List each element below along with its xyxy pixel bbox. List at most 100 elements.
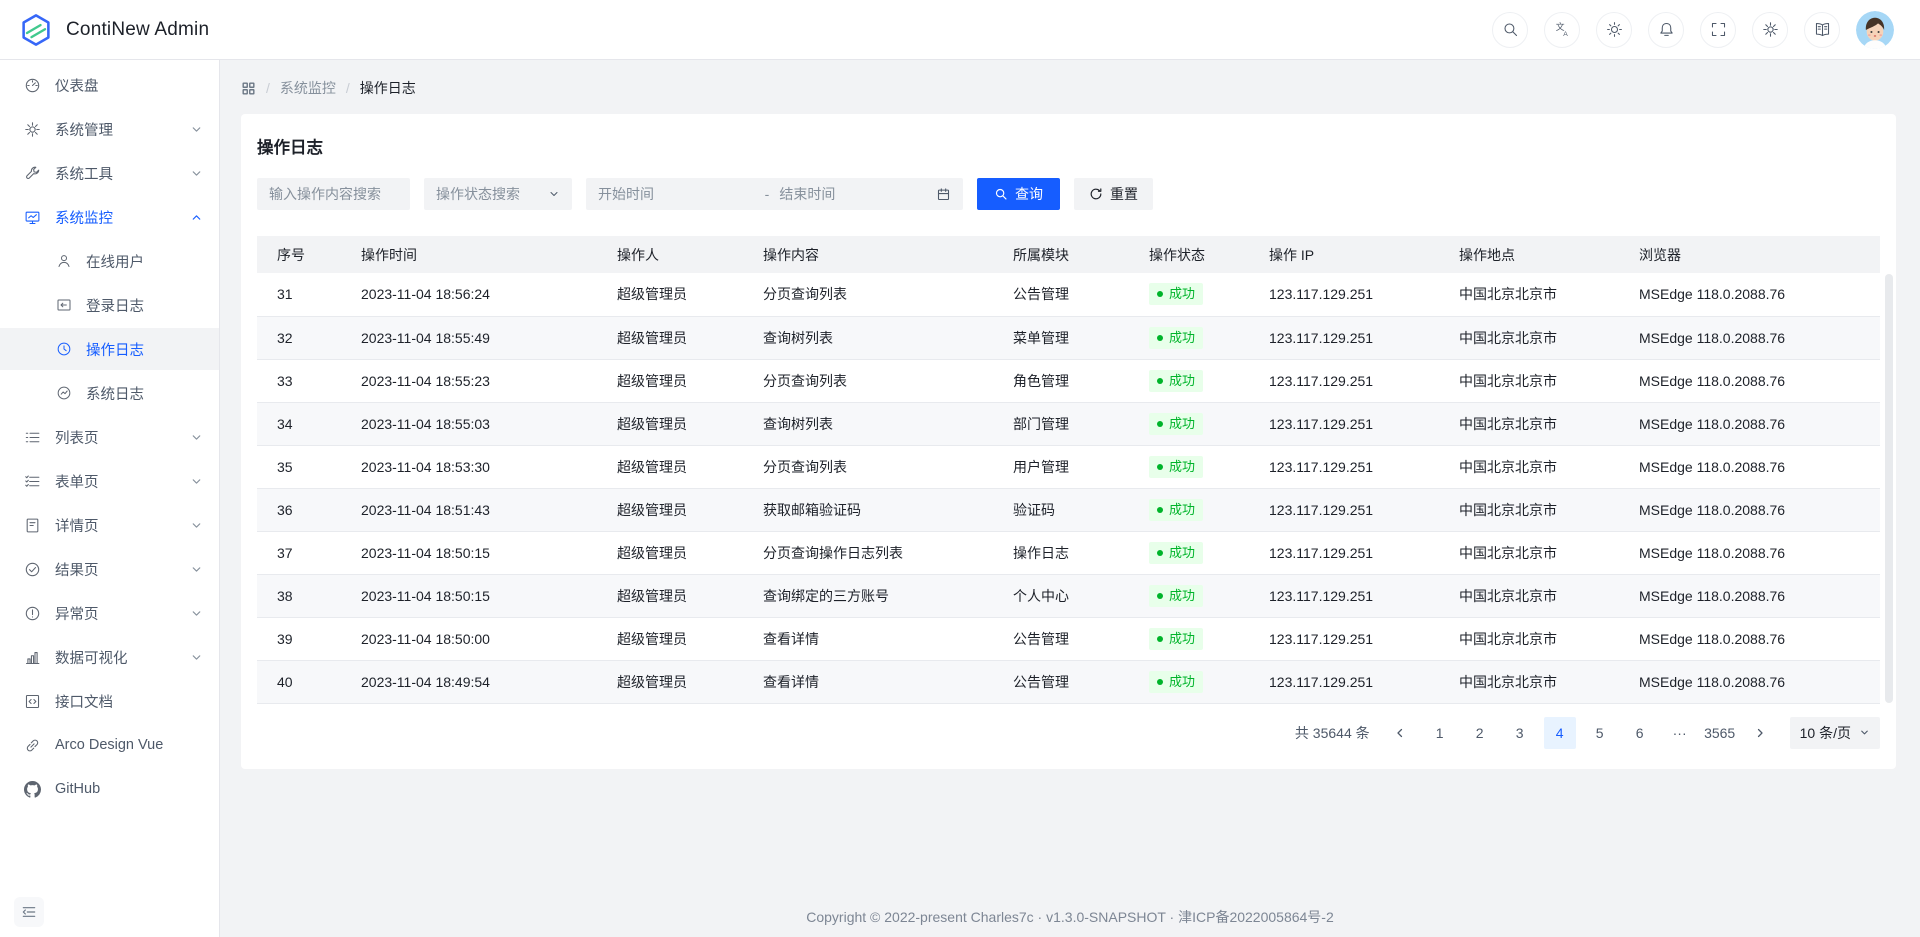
cell-operator: 超级管理员 [597, 531, 743, 574]
cell-browser: MSEdge 118.0.2088.76 [1619, 445, 1880, 488]
chevron-right-icon [1754, 727, 1766, 739]
sidebar: 仪表盘系统管理系统工具系统监控在线用户登录日志操作日志系统日志列表页表单页详情页… [0, 60, 220, 937]
content-search-input[interactable] [257, 178, 410, 210]
cell-content: 分页查询列表 [743, 273, 993, 316]
cell-content: 查询树列表 [743, 402, 993, 445]
sidebar-item-github[interactable]: GitHub [0, 768, 219, 810]
cell-operator: 超级管理员 [597, 359, 743, 402]
pagination-page-2[interactable]: 2 [1464, 717, 1496, 749]
pagination-next-button[interactable] [1744, 717, 1776, 749]
sidebar-item-detail-page[interactable]: 详情页 [0, 504, 219, 546]
sidebar-item-online-user[interactable]: 在线用户 [0, 240, 219, 282]
sidebar-item-arco-design-vue[interactable]: Arco Design Vue [0, 724, 219, 766]
pagination-page-3565[interactable]: 3565 [1704, 717, 1736, 749]
search-button[interactable]: 查询 [977, 178, 1060, 210]
column-header-content: 操作内容 [743, 236, 993, 273]
user-icon [56, 253, 72, 269]
status-select[interactable]: 操作状态搜索 [424, 178, 572, 210]
cell-no: 32 [257, 316, 341, 359]
cell-browser: MSEdge 118.0.2088.76 [1619, 660, 1880, 703]
cell-module: 菜单管理 [993, 316, 1129, 359]
cell-operator: 超级管理员 [597, 445, 743, 488]
sidebar-item-system-tools[interactable]: 系统工具 [0, 152, 219, 194]
cell-ip: 123.117.129.251 [1249, 316, 1439, 359]
sidebar-item-data-visualization[interactable]: 数据可视化 [0, 636, 219, 678]
cell-status: 成功 [1129, 445, 1249, 488]
status-dot-icon [1157, 636, 1163, 642]
column-header-browser: 浏览器 [1619, 236, 1880, 273]
cell-location: 中国北京北京市 [1439, 359, 1619, 402]
cell-module: 用户管理 [993, 445, 1129, 488]
form-icon [24, 473, 41, 490]
sidebar-item-list-page[interactable]: 列表页 [0, 416, 219, 458]
cell-status: 成功 [1129, 660, 1249, 703]
chevron-down-icon [190, 651, 203, 664]
pagination-page-1[interactable]: 1 [1424, 717, 1456, 749]
notifications-button[interactable] [1648, 12, 1684, 48]
sidebar-item-form-page[interactable]: 表单页 [0, 460, 219, 502]
date-range-picker[interactable]: 开始时间 - 结束时间 [586, 178, 963, 210]
cell-status: 成功 [1129, 316, 1249, 359]
status-badge: 成功 [1149, 585, 1203, 607]
gear-icon [1762, 21, 1779, 38]
sidebar-item-system-management[interactable]: 系统管理 [0, 108, 219, 150]
sidebar-item-exception-page[interactable]: 异常页 [0, 592, 219, 634]
sidebar-item-result-page[interactable]: 结果页 [0, 548, 219, 590]
table-row: 382023-11-04 18:50:15超级管理员查询绑定的三方账号个人中心成… [257, 574, 1880, 617]
user-avatar[interactable] [1856, 11, 1894, 49]
cell-location: 中国北京北京市 [1439, 531, 1619, 574]
chevron-down-icon [1859, 727, 1870, 738]
bell-icon [1658, 21, 1675, 38]
docs-button[interactable] [1804, 12, 1840, 48]
cell-browser: MSEdge 118.0.2088.76 [1619, 617, 1880, 660]
cell-time: 2023-11-04 18:53:30 [341, 445, 597, 488]
list-icon [24, 429, 41, 446]
table-row: 402023-11-04 18:49:54超级管理员查看详情公告管理成功123.… [257, 660, 1880, 703]
reset-button[interactable]: 重置 [1074, 178, 1153, 210]
search-button[interactable] [1492, 12, 1528, 48]
range-separator: - [765, 186, 770, 202]
status-dot-icon [1157, 378, 1163, 384]
cell-ip: 123.117.129.251 [1249, 617, 1439, 660]
cell-browser: MSEdge 118.0.2088.76 [1619, 273, 1880, 316]
cell-browser: MSEdge 118.0.2088.76 [1619, 359, 1880, 402]
apps-icon[interactable] [241, 81, 256, 96]
sidebar-item-operation-log[interactable]: 操作日志 [0, 328, 219, 370]
sidebar-item-dashboard[interactable]: 仪表盘 [0, 64, 219, 106]
pagination-prev-button[interactable] [1384, 717, 1416, 749]
breadcrumb-separator: / [266, 80, 270, 96]
settings-button[interactable] [1752, 12, 1788, 48]
table-header-row: 序号操作时间操作人操作内容所属模块操作状态操作 IP操作地点浏览器 [257, 236, 1880, 273]
pagination-ellipsis[interactable]: ··· [1664, 717, 1696, 749]
table-scrollbar[interactable] [1885, 274, 1893, 703]
sidebar-item-system-log[interactable]: 系统日志 [0, 372, 219, 414]
cell-module: 公告管理 [993, 617, 1129, 660]
cell-content: 获取邮箱验证码 [743, 488, 993, 531]
status-badge: 成功 [1149, 628, 1203, 650]
sidebar-collapse-button[interactable] [14, 897, 44, 927]
filter-row: 操作状态搜索 开始时间 - 结束时间 查询 重置 [257, 178, 1880, 210]
logo-area[interactable]: ContiNew Admin [18, 12, 209, 48]
cell-content: 查询绑定的三方账号 [743, 574, 993, 617]
pagination-page-5[interactable]: 5 [1584, 717, 1616, 749]
pagination-page-3[interactable]: 3 [1504, 717, 1536, 749]
theme-button[interactable] [1596, 12, 1632, 48]
cell-ip: 123.117.129.251 [1249, 359, 1439, 402]
sidebar-item-system-monitor[interactable]: 系统监控 [0, 196, 219, 238]
translate-button[interactable]: 文A [1544, 12, 1580, 48]
pagination-page-4[interactable]: 4 [1544, 717, 1576, 749]
fullscreen-button[interactable] [1700, 12, 1736, 48]
tool-icon [24, 165, 41, 182]
sidebar-item-api-docs[interactable]: 接口文档 [0, 680, 219, 722]
cell-time: 2023-11-04 18:56:24 [341, 273, 597, 316]
sidebar-item-login-log[interactable]: 登录日志 [0, 284, 219, 326]
cell-module: 公告管理 [993, 660, 1129, 703]
breadcrumb-item-system-monitor[interactable]: 系统监控 [280, 78, 336, 98]
cell-ip: 123.117.129.251 [1249, 402, 1439, 445]
chevron-down-icon [190, 475, 203, 488]
cell-no: 38 [257, 574, 341, 617]
page-size-select[interactable]: 10 条/页 [1790, 717, 1880, 749]
cell-status: 成功 [1129, 488, 1249, 531]
pagination-page-6[interactable]: 6 [1624, 717, 1656, 749]
column-header-location: 操作地点 [1439, 236, 1619, 273]
